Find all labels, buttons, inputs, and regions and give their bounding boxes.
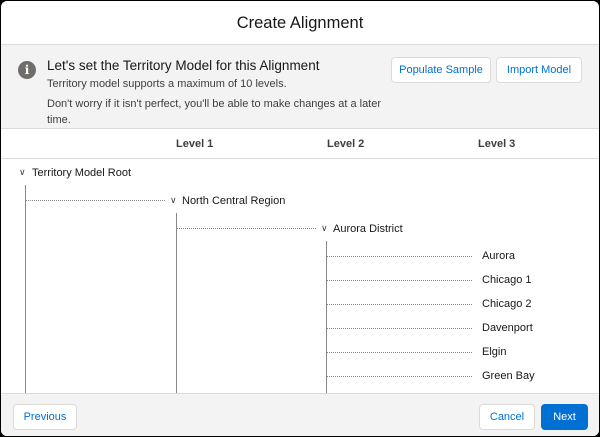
tree-connector [176,213,177,393]
banner-heading: Let's set the Territory Model for this A… [47,58,320,73]
tree-node-territory[interactable]: Aurora [482,250,515,262]
tree-connector [326,376,472,377]
modal-header: Create Alignment [1,1,599,45]
modal-title: Create Alignment [236,14,364,32]
level-2-header: Level 2 [327,138,365,150]
info-banner: i Let's set the Territory Model for this… [1,45,599,129]
info-icon: i [18,61,36,79]
import-model-button[interactable]: Import Model [496,57,582,83]
tree-connector [25,200,165,201]
tree-connector [326,304,472,305]
tree-node-district[interactable]: Aurora District [333,223,403,235]
create-alignment-modal: Create Alignment i Let's set the Territo… [1,1,599,436]
banner-text-changes: Don't worry if it isn't perfect, you'll … [47,98,382,126]
territory-tree: ∨ Territory Model Root ∨ North Central R… [1,159,599,393]
chevron-down-icon[interactable]: ∨ [170,195,177,206]
populate-sample-button[interactable]: Populate Sample [391,57,491,83]
level-1-header: Level 1 [176,138,214,150]
cancel-button[interactable]: Cancel [479,404,535,430]
tree-node-territory[interactable]: Davenport [482,322,533,334]
tree-connector [176,228,316,229]
tree-connector [326,241,327,393]
tree-node-territory[interactable]: Chicago 2 [482,298,532,310]
previous-button[interactable]: Previous [13,404,77,430]
tree-node-territory[interactable]: Chicago 1 [482,274,532,286]
tree-connector [326,328,472,329]
next-button[interactable]: Next [541,404,588,430]
tree-node-territory[interactable]: Green Bay [482,370,535,382]
chevron-down-icon[interactable]: ∨ [19,167,26,178]
tree-connector [25,185,26,393]
level-3-header: Level 3 [478,138,516,150]
tree-node-root[interactable]: Territory Model Root [32,167,131,179]
tree-connector [326,280,472,281]
tree-node-region[interactable]: North Central Region [182,195,285,207]
chevron-down-icon[interactable]: ∨ [321,223,328,234]
modal-footer: Previous Cancel Next [1,393,599,436]
level-headers: Level 1 Level 2 Level 3 [1,129,599,159]
banner-text-max-levels: Territory model supports a maximum of 10… [47,78,287,90]
tree-node-territory[interactable]: Elgin [482,346,506,358]
tree-connector [326,352,472,353]
tree-connector [326,256,472,257]
